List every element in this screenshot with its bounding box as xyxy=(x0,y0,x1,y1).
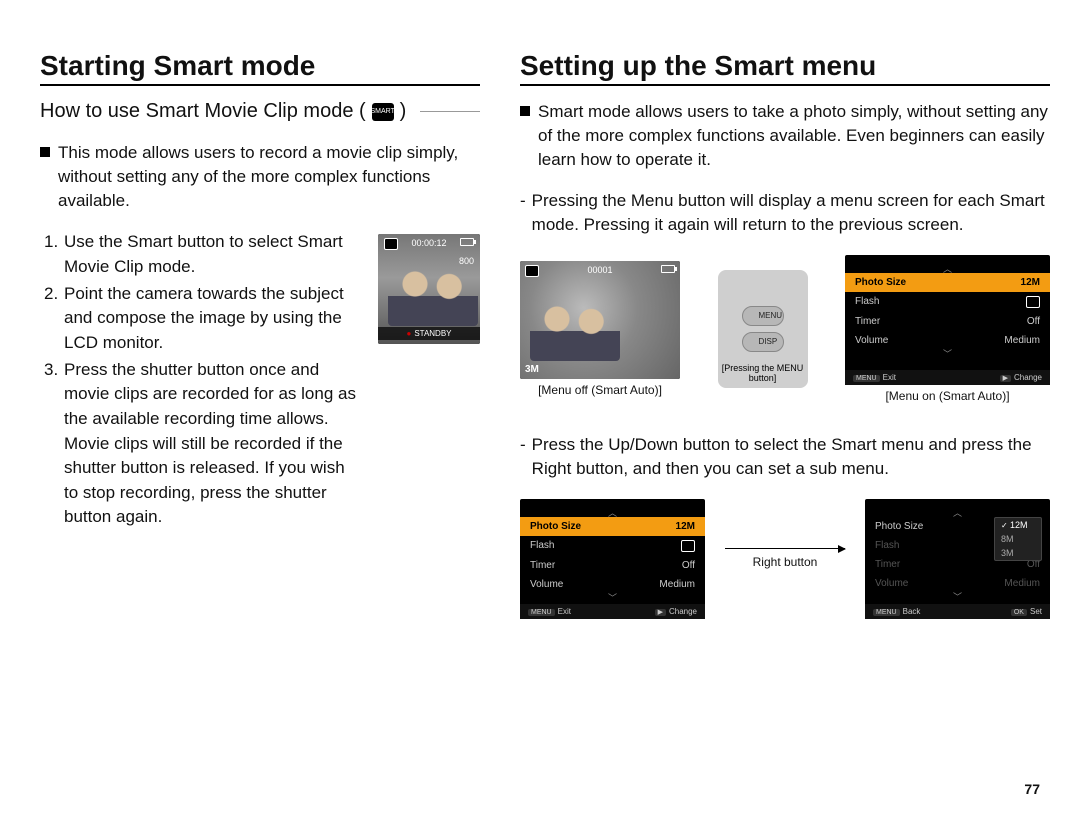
right-note-2: - Press the Up/Down button to select the… xyxy=(520,433,1050,481)
flash-smart-icon xyxy=(1026,296,1040,308)
submenu-illustration-row: ︿ Photo Size12M Flash TimerOff VolumeMed… xyxy=(520,499,1050,619)
step-3: Press the shutter button once and movie … xyxy=(64,358,360,530)
square-bullet-icon xyxy=(520,106,530,116)
chevron-down-icon: ﹀ xyxy=(520,594,705,602)
menu-item-timer[interactable]: TimerOff xyxy=(845,312,1050,331)
battery-icon xyxy=(661,265,675,273)
caption-menu-off: [Menu off (Smart Auto)] xyxy=(520,383,680,397)
lcd-menu-on: ︿ Photo Size12M Flash TimerOff VolumeMed… xyxy=(845,255,1050,385)
smart-mode-icon xyxy=(384,238,398,250)
right-intro: Smart mode allows users to take a photo … xyxy=(520,100,1050,171)
left-column: Starting Smart mode How to use Smart Mov… xyxy=(40,50,480,619)
submenu-option[interactable]: 12M xyxy=(995,518,1041,532)
rule-line xyxy=(420,111,480,112)
arrow-right-icon xyxy=(725,548,845,549)
menu-item-volume[interactable]: VolumeMedium xyxy=(520,575,705,594)
rec-timer: 00:00:12 xyxy=(411,238,446,250)
right-note-1: - Pressing the Menu button will display … xyxy=(520,189,1050,237)
page-number: 77 xyxy=(1024,781,1040,797)
step-2: Point the camera towards the subject and… xyxy=(64,282,360,356)
chevron-down-icon: ﹀ xyxy=(865,593,1050,601)
steps-list: 1.Use the Smart button to select Smart M… xyxy=(40,230,360,532)
disp-button[interactable]: DISP xyxy=(742,332,784,352)
camera-back-drawing: MENU DISP [Pressing the MENU button] xyxy=(718,270,808,388)
resolution: 800 xyxy=(459,256,474,266)
lcd-submenu: ︿ Photo Size Flash TimerOff VolumeMedium… xyxy=(865,499,1050,619)
menu-button[interactable]: MENU xyxy=(742,306,784,326)
chevron-up-icon: ︿ xyxy=(845,265,1050,273)
right-title: Setting up the Smart menu xyxy=(520,50,1050,86)
step-1: Use the Smart button to select Smart Mov… xyxy=(64,230,360,279)
submenu-option[interactable]: 3M xyxy=(995,546,1041,560)
menu-item-photo-size[interactable]: Photo Size12M xyxy=(845,273,1050,292)
left-subtitle: How to use Smart Movie Clip mode ( SMART… xyxy=(40,100,480,123)
caption-menu-on: [Menu on (Smart Auto)] xyxy=(845,389,1050,403)
right-column: Setting up the Smart menu Smart mode all… xyxy=(520,50,1050,619)
submenu-option[interactable]: 8M xyxy=(995,532,1041,546)
menu-item-flash[interactable]: Flash xyxy=(520,536,705,556)
menu-illustration-row: 00001 3M [Menu off (Smart Auto)] MENU DI… xyxy=(520,255,1050,403)
chevron-down-icon: ﹀ xyxy=(845,350,1050,358)
flash-smart-icon xyxy=(681,540,695,552)
camera-caption: [Pressing the MENU button] xyxy=(718,364,808,384)
right-arrow-label: Right button xyxy=(725,548,845,569)
menu-item-flash[interactable]: Flash xyxy=(845,292,1050,312)
menu-item-volume[interactable]: VolumeMedium xyxy=(845,331,1050,350)
lcd-menu-off: 00001 3M xyxy=(520,261,680,379)
left-intro: This mode allows users to record a movie… xyxy=(40,141,480,212)
megapixel-badge: 3M xyxy=(525,364,539,375)
left-title: Starting Smart mode xyxy=(40,50,480,86)
chevron-up-icon: ︿ xyxy=(520,509,705,517)
menu-item-photo-size[interactable]: Photo Size12M xyxy=(520,517,705,536)
standby-indicator: STANDBY xyxy=(378,327,480,340)
smart-auto-icon xyxy=(525,265,539,277)
chevron-up-icon: ︿ xyxy=(865,509,1050,517)
shot-counter: 00001 xyxy=(587,265,612,277)
menu-item-timer[interactable]: TimerOff xyxy=(520,556,705,575)
lcd-smart-menu: ︿ Photo Size12M Flash TimerOff VolumeMed… xyxy=(520,499,705,619)
square-bullet-icon xyxy=(40,147,50,157)
submenu-popup[interactable]: 12M 8M 3M xyxy=(994,517,1042,561)
lcd-movie-preview: 00:00:12 800 STANDBY xyxy=(378,234,480,344)
smart-movie-icon: SMART xyxy=(372,103,394,121)
battery-icon xyxy=(460,238,474,246)
